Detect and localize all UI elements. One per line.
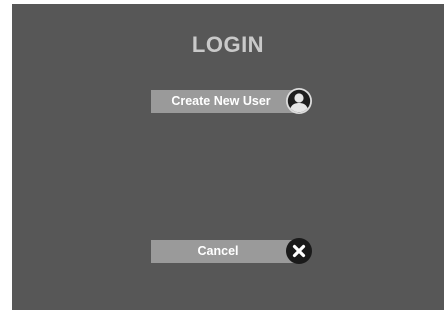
create-new-user-button[interactable]: Create New User	[151, 88, 313, 114]
close-icon	[286, 238, 312, 264]
login-screen: LOGIN Create New User Cancel	[12, 4, 444, 310]
create-new-user-label: Create New User	[171, 94, 271, 108]
user-icon	[286, 88, 312, 114]
cancel-button[interactable]: Cancel	[151, 238, 313, 264]
cancel-label: Cancel	[197, 244, 239, 258]
page-title: LOGIN	[191, 32, 265, 57]
